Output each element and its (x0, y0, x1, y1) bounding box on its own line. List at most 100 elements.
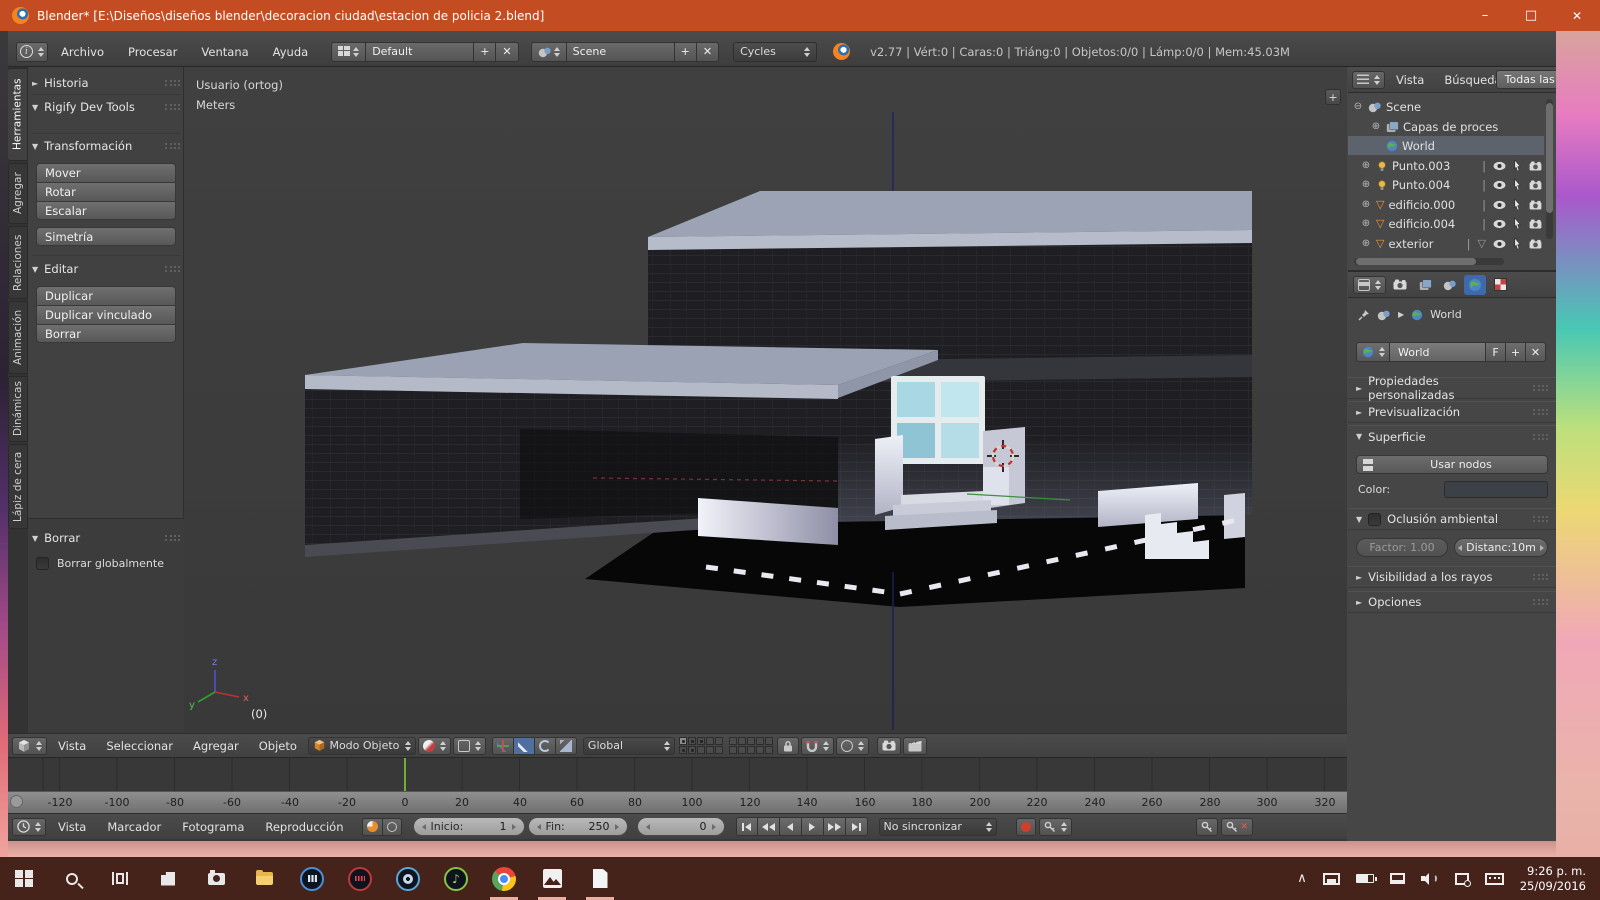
keying-filter-toggle[interactable] (383, 818, 402, 836)
ao-factor-field[interactable]: Factor: 1.00 (1356, 538, 1448, 557)
layout-add-button[interactable]: + (474, 42, 496, 62)
tab-lapiz-de-cera[interactable]: Lápiz de cera (8, 444, 28, 529)
scale-manipulator-button[interactable] (556, 737, 577, 755)
use-nodes-button[interactable]: Usar nodos (1356, 455, 1548, 474)
layout-name-field[interactable]: Default (366, 42, 474, 62)
outliner-row-punto004[interactable]: ⊕ Punto.004 | (1348, 175, 1544, 194)
panel-oclusion-ambiental[interactable]: ▼ Oclusión ambiental (1348, 508, 1556, 530)
region-expand-button[interactable]: + (1325, 89, 1341, 105)
panel-grip-icon[interactable] (165, 535, 180, 541)
current-frame-field[interactable]: 0 (637, 817, 725, 836)
frame-end-field[interactable]: Fin: 250 (528, 817, 628, 836)
rotar-button[interactable]: Rotar (36, 182, 176, 201)
tab-world[interactable] (1464, 275, 1486, 295)
tab-herramientas[interactable]: Herramientas (8, 68, 28, 161)
increment-arrow-icon[interactable] (1540, 545, 1544, 551)
visibility-eye-icon[interactable] (1493, 219, 1506, 229)
snap-toggle[interactable] (801, 737, 834, 755)
decrement-arrow-icon[interactable] (646, 824, 650, 830)
editor-type-selector[interactable] (12, 818, 46, 836)
scene-delete-button[interactable]: ✕ (697, 42, 719, 62)
panel-grip-icon[interactable] (1533, 599, 1548, 605)
menu-procesar[interactable]: Procesar (117, 45, 188, 59)
panel-grip-icon[interactable] (165, 266, 180, 272)
tab-dinamicas[interactable]: Dinámicas (8, 376, 28, 442)
borrar-button[interactable]: Borrar (36, 324, 176, 343)
menu-marcador[interactable]: Marcador (98, 820, 170, 834)
tray-keyboard-icon[interactable] (1485, 873, 1504, 885)
collapse-icon[interactable]: ⊖ (1352, 101, 1364, 112)
display-filter-dropdown[interactable]: Todas las e (1496, 70, 1556, 89)
tab-render-layers[interactable] (1414, 275, 1436, 295)
renderability-camera-icon[interactable] (1529, 219, 1542, 229)
world-unlink-button[interactable]: ✕ (1526, 342, 1546, 362)
timeline-scroll-cap[interactable] (10, 795, 23, 808)
decrement-arrow-icon[interactable] (1458, 545, 1462, 551)
editor-type-selector[interactable] (1353, 276, 1386, 294)
pivot-dropdown[interactable] (453, 737, 486, 755)
menu-agregar[interactable]: Agregar (184, 739, 248, 753)
panel-grip-icon[interactable] (1533, 434, 1548, 440)
ao-checkbox[interactable] (1368, 513, 1381, 526)
panel-grip-icon[interactable] (165, 104, 180, 110)
expand-icon[interactable]: ⊕ (1360, 238, 1372, 249)
orientation-dropdown[interactable]: Global (583, 737, 675, 755)
panel-grip-icon[interactable] (165, 80, 180, 86)
menu-ayuda[interactable]: Ayuda (262, 45, 320, 59)
layout-browse-button[interactable] (331, 42, 366, 62)
panel-historia[interactable]: ► Historia (32, 74, 180, 92)
chrome-button[interactable] (480, 857, 528, 900)
tab-scene[interactable] (1439, 275, 1461, 295)
sync-dropdown[interactable]: No sincronizar (879, 818, 997, 836)
play-button[interactable] (802, 817, 824, 836)
outliner-item-label[interactable]: Capas de proces (1403, 120, 1498, 134)
render-engine-dropdown[interactable]: Cycles (733, 42, 817, 62)
shading-dropdown[interactable] (418, 737, 451, 755)
panel-propiedades-personalizadas[interactable]: ► Propiedades personalizadas (1348, 377, 1556, 399)
layers-widget-group1[interactable] (679, 737, 723, 754)
renderability-camera-icon[interactable] (1529, 200, 1542, 210)
outliner-item-label[interactable]: Punto.004 (1392, 178, 1450, 192)
menu-vista[interactable]: Vista (49, 739, 95, 753)
mover-button[interactable]: Mover (36, 163, 176, 182)
tray-network-icon[interactable] (1390, 873, 1405, 884)
outliner-row-capas[interactable]: ⊕ Capas de proces (1348, 117, 1544, 136)
expand-icon[interactable]: ⊕ (1360, 199, 1372, 210)
audio-app-button[interactable] (336, 857, 384, 900)
tray-display-icon[interactable] (1323, 873, 1340, 885)
outliner-item-label[interactable]: edificio.000 (1388, 198, 1455, 212)
outliner-horizontal-scrollbar[interactable] (1354, 258, 1504, 265)
layout-delete-button[interactable]: ✕ (496, 42, 518, 62)
rotate-manipulator-button[interactable] (535, 737, 556, 755)
tray-battery-icon[interactable] (1356, 874, 1374, 883)
timeline-track[interactable] (8, 758, 1347, 791)
panel-transformacion[interactable]: ▼ Transformación (32, 137, 180, 155)
frame-start-field[interactable]: Inicio: 1 (413, 817, 525, 836)
opengl-render-anim-button[interactable] (903, 737, 927, 755)
selectability-cursor-icon[interactable] (1513, 198, 1522, 211)
layers-widget-group2[interactable] (729, 737, 773, 754)
expand-icon[interactable]: ⊕ (1360, 218, 1372, 229)
insert-keyframe-button[interactable] (1196, 818, 1218, 836)
panel-editar[interactable]: ▼ Editar (32, 260, 180, 278)
panel-opciones[interactable]: ► Opciones (1348, 591, 1556, 613)
manipulator-axes-toggle[interactable] (492, 737, 514, 755)
auto-keyframe-toggle[interactable] (1016, 818, 1036, 836)
scene-name-field[interactable]: Scene (567, 42, 675, 62)
scene-browse-button[interactable] (531, 42, 567, 62)
tray-action-center-icon[interactable] (1455, 873, 1469, 885)
editor-type-selector[interactable]: i (16, 42, 48, 62)
decrement-arrow-icon[interactable] (537, 824, 541, 830)
outliner-vertical-scrollbar[interactable] (1546, 99, 1553, 239)
renderability-camera-icon[interactable] (1529, 239, 1542, 249)
menu-fotograma[interactable]: Fotograma (173, 820, 253, 834)
media-player-app-button[interactable] (384, 857, 432, 900)
jump-to-end-button[interactable] (846, 817, 868, 836)
outliner-row-edificio004[interactable]: ⊕ ▽ edificio.004 | (1348, 214, 1544, 233)
fake-user-button[interactable]: F (1486, 342, 1506, 362)
outliner-row-scene[interactable]: ⊖ Scene (1348, 97, 1544, 116)
menu-objeto[interactable]: Objeto (250, 739, 306, 753)
task-view-button[interactable] (96, 857, 144, 900)
panel-rigify-dev-tools[interactable]: ▼ Rigify Dev Tools (32, 98, 180, 116)
file-explorer-button[interactable] (240, 857, 288, 900)
